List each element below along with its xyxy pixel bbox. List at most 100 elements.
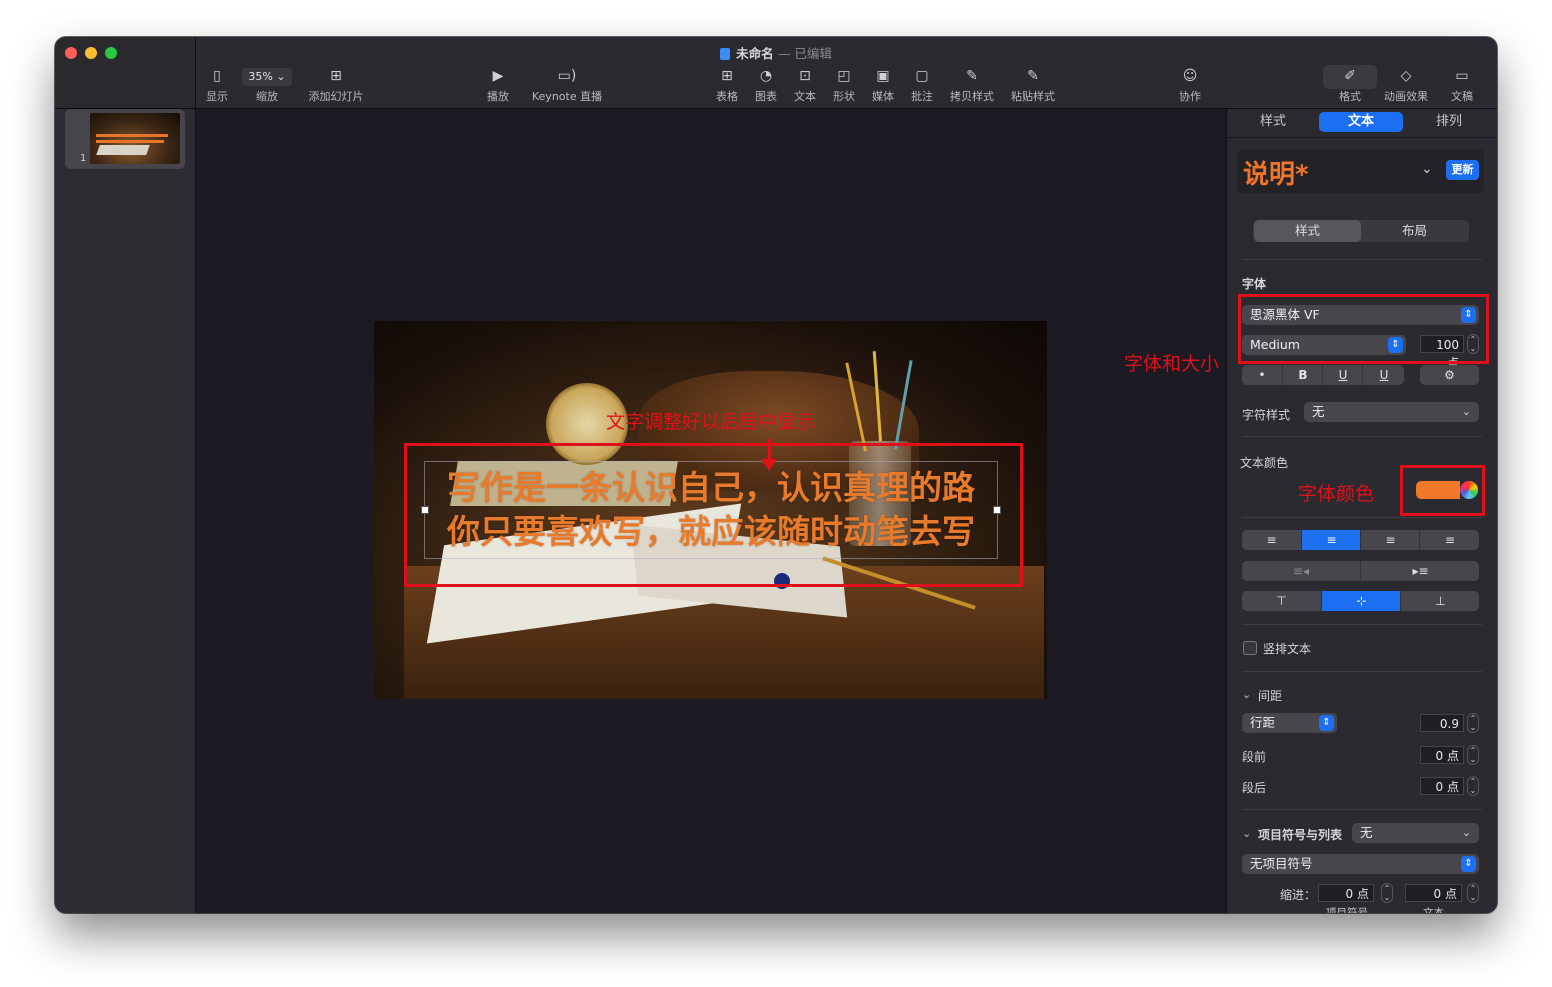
copy-style-button[interactable]: ✎ 拷贝样式: [947, 67, 997, 104]
chevron-down-icon[interactable]: ⌄: [1242, 688, 1251, 701]
decrease-indent-icon[interactable]: ≡◂: [1242, 561, 1360, 581]
slide-number: 1: [80, 153, 87, 164]
media-button[interactable]: ▣ 媒体: [869, 67, 897, 104]
space-before-stepper[interactable]: ⌃ ⌄: [1467, 745, 1479, 765]
text-box-icon: ⊡: [799, 68, 811, 84]
view-button[interactable]: ▯ 显示: [203, 67, 231, 104]
indent-bullet-field[interactable]: 0 点: [1318, 884, 1374, 902]
chevron-down-icon[interactable]: ⌄: [1242, 827, 1251, 840]
align-right-icon[interactable]: ≡: [1360, 530, 1420, 550]
color-annotation: 字体颜色: [1298, 483, 1375, 505]
line-spacing-mode-popup[interactable]: 行距 ⇕: [1242, 713, 1337, 733]
underline-button[interactable]: U: [1362, 365, 1405, 385]
vertical-alignment-buttons: ⊤ ⊹ ⊥: [1242, 591, 1479, 611]
collaborate-icon: ☺: [1182, 68, 1198, 84]
shape-button[interactable]: ◰ 形状: [830, 67, 858, 104]
table-button[interactable]: ⊞ 表格: [713, 67, 741, 104]
indent-label: 缩进：: [1280, 888, 1317, 902]
add-slide-icon: ⊞: [330, 68, 342, 84]
align-center-icon[interactable]: ≡: [1301, 530, 1361, 550]
keynote-live-label: Keynote 直播: [531, 90, 603, 103]
justify-icon[interactable]: ≡: [1419, 530, 1480, 550]
subtab-style[interactable]: 样式: [1254, 220, 1361, 242]
char-style-popup[interactable]: 无 ⌄: [1304, 402, 1479, 422]
keynote-live-button[interactable]: ▭) Keynote 直播: [529, 67, 605, 104]
line-spacing-mode-value: 行距: [1250, 715, 1276, 730]
update-style-button[interactable]: 更新: [1446, 160, 1479, 180]
collaborate-button[interactable]: ☺ 协作: [1176, 67, 1204, 104]
chart-icon: ◔: [759, 68, 773, 84]
shape-icon: ◰: [837, 68, 851, 84]
document-button[interactable]: ▭ 文稿: [1448, 67, 1476, 104]
more-char-options-button[interactable]: •: [1242, 365, 1282, 385]
animate-label: 动画效果: [1384, 90, 1428, 103]
zoom-label: 缩放: [256, 90, 278, 103]
inspector-tabs: 样式 文本 排列: [1227, 109, 1497, 137]
add-slide-label: 添加幻灯片: [308, 90, 364, 103]
play-button[interactable]: ▶ 播放: [483, 67, 513, 104]
tab-arrange[interactable]: 排列: [1411, 112, 1487, 132]
space-after-stepper[interactable]: ⌃ ⌄: [1467, 776, 1479, 796]
paste-style-label: 粘贴样式: [1011, 90, 1055, 103]
paintbrush-icon: ✐: [1344, 68, 1356, 84]
space-after-label: 段后: [1242, 781, 1267, 795]
valign-top-icon[interactable]: ⊤: [1242, 591, 1321, 611]
divider: [1242, 809, 1482, 810]
chart-label: 图表: [755, 90, 777, 103]
zoom-popup[interactable]: 35% ⌄: [242, 68, 292, 86]
slide-navigator: 1: [55, 109, 196, 913]
bullets-section-title: 项目符号与列表: [1258, 828, 1343, 842]
bullet-type-popup[interactable]: 无项目符号 ⇕: [1242, 854, 1479, 874]
valign-middle-icon[interactable]: ⊹: [1321, 591, 1401, 611]
slide-thumbnail-1[interactable]: 1: [65, 109, 185, 169]
slide-canvas[interactable]: 写作是一条认识自己，认识真理的路 你只要喜欢写，就应该随时动笔去写 文字调整好以…: [196, 109, 1225, 913]
toolbar: 未命名 — 已编辑 ▯ 显示 35% ⌄ 缩放 ⊞ 添加幻灯片 ▶ 播放 ▭) …: [55, 37, 1497, 109]
indent-text-stepper[interactable]: ⌃ ⌄: [1467, 883, 1479, 903]
format-button[interactable]: ✐ 格式: [1336, 67, 1364, 104]
divider: [1242, 259, 1482, 260]
zoom-value: 35%: [248, 70, 273, 83]
paste-style-button[interactable]: ✎ 粘贴样式: [1008, 67, 1058, 104]
divider: [1242, 517, 1482, 518]
style-layout-segmented: 样式 布局: [1253, 220, 1469, 242]
text-highlight-box: [404, 443, 1023, 587]
zoom-button[interactable]: 35% ⌄ 缩放: [241, 67, 293, 104]
table-label: 表格: [716, 90, 738, 103]
advanced-options-button[interactable]: ⚙: [1420, 365, 1479, 385]
bullets-list-popup[interactable]: 无 ⌄: [1352, 823, 1479, 843]
stepper-up-down-icon: ⇕: [1319, 715, 1334, 731]
chevron-down-icon[interactable]: ⌄: [1421, 161, 1433, 177]
line-spacing-stepper[interactable]: ⌃ ⌄: [1467, 713, 1479, 733]
align-left-icon[interactable]: ≡: [1242, 530, 1301, 550]
line-spacing-field[interactable]: 0.9: [1420, 714, 1464, 732]
gear-icon: ⚙: [1444, 368, 1455, 382]
comment-button[interactable]: ▢ 批注: [908, 67, 936, 104]
paragraph-style-selector[interactable]: 说明* ⌄ 更新: [1237, 149, 1484, 193]
stepper-up-down-icon: ⇕: [1461, 856, 1476, 872]
text-button[interactable]: ⊡ 文本: [791, 67, 819, 104]
space-before-field[interactable]: 0 点: [1420, 746, 1464, 764]
animate-button[interactable]: ◇ 动画效果: [1382, 67, 1430, 104]
brush-icon: ✎: [966, 68, 978, 84]
chevron-down-icon: ⌄: [1461, 405, 1471, 418]
vertical-text-label: 竖排文本: [1263, 642, 1312, 656]
indent-buttons: ≡◂ ▸≡: [1242, 561, 1479, 581]
divider: [1242, 624, 1482, 625]
bold-button[interactable]: B: [1282, 365, 1323, 385]
add-slide-button[interactable]: ⊞ 添加幻灯片: [305, 67, 367, 104]
italic-button[interactable]: U: [1322, 365, 1363, 385]
space-after-field[interactable]: 0 点: [1420, 777, 1464, 795]
subtab-layout[interactable]: 布局: [1361, 220, 1468, 242]
vertical-text-checkbox[interactable]: [1243, 641, 1257, 655]
increase-indent-icon[interactable]: ▸≡: [1360, 561, 1480, 581]
indent-text-field[interactable]: 0 点: [1405, 884, 1462, 902]
center-annotation: 文字调整好以后居中显示: [606, 411, 816, 433]
tab-style[interactable]: 样式: [1235, 112, 1311, 132]
chart-button[interactable]: ◔ 图表: [752, 67, 780, 104]
window-title: 未命名 — 已编辑: [55, 43, 1497, 62]
char-style-value: 无: [1312, 404, 1325, 419]
tab-text[interactable]: 文本: [1319, 112, 1403, 132]
indent-bullet-stepper[interactable]: ⌃ ⌄: [1381, 883, 1393, 903]
valign-bottom-icon[interactable]: ⊥: [1400, 591, 1480, 611]
image-icon: ▣: [876, 68, 890, 84]
